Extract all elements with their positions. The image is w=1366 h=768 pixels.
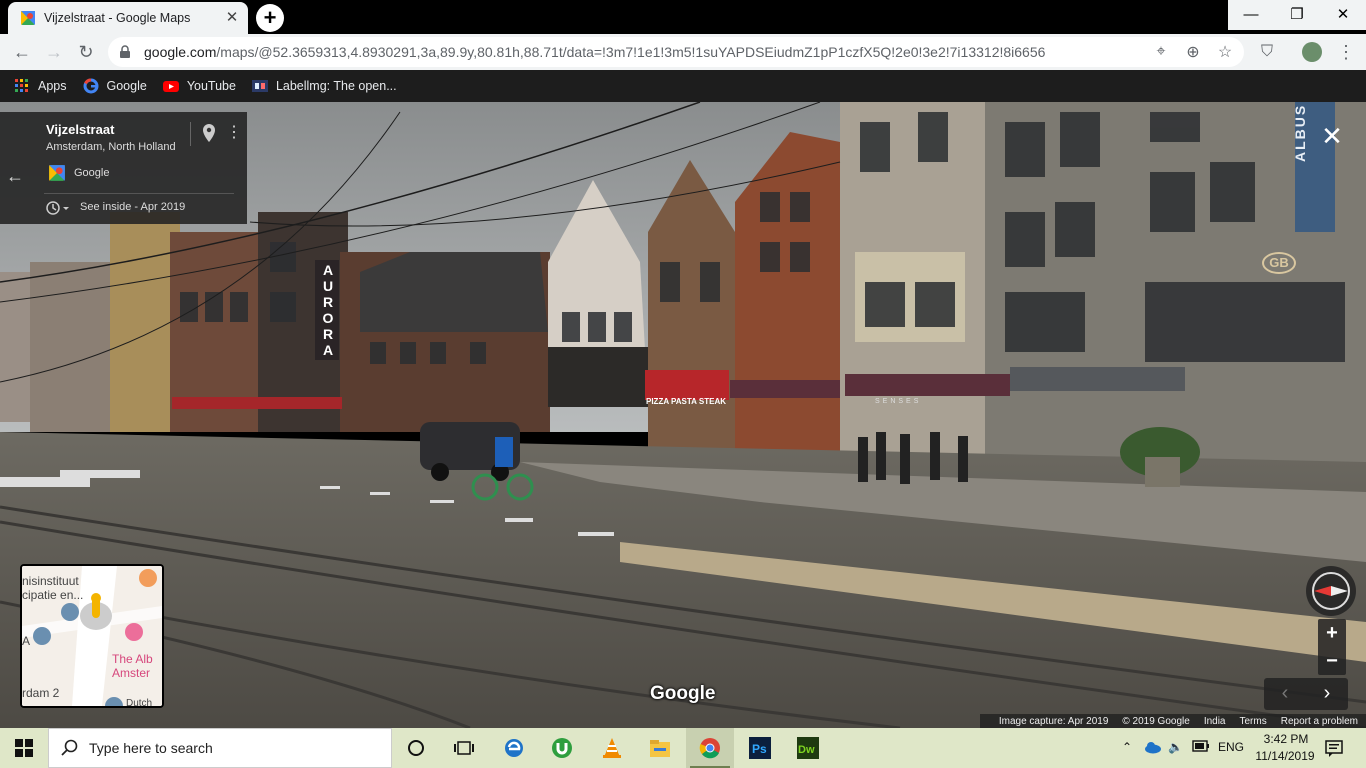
back-arrow-icon[interactable]: ← — [8, 38, 36, 66]
aurora-sign: A U R O R A — [322, 262, 334, 358]
image-capture-date: Image capture: Apr 2019 — [998, 715, 1109, 727]
taskbar-search-box[interactable]: Type here to search — [48, 728, 392, 768]
vlc-icon[interactable] — [588, 728, 636, 768]
shield-extension-icon[interactable]: ⛉ — [1257, 42, 1277, 62]
clock-time[interactable]: 3:42 PM — [1256, 732, 1316, 746]
cortana-icon[interactable] — [392, 728, 440, 768]
map-pin-icon[interactable] — [202, 124, 216, 142]
lock-icon — [120, 45, 130, 58]
more-options-icon[interactable]: ⋮ — [226, 122, 242, 142]
street-view-panorama[interactable]: A U R O R A ALBUS GB PIZZA PASTA STEAK S… — [0, 102, 1366, 728]
gb-sign: GB — [1262, 252, 1296, 274]
window-maximize-button[interactable]: ❐ — [1274, 0, 1320, 30]
volume-icon[interactable]: 🔈 — [1168, 740, 1183, 754]
add-icon[interactable]: ⊕ — [1184, 43, 1202, 61]
edge-browser-icon[interactable] — [490, 728, 538, 768]
labelimg-icon — [251, 80, 268, 92]
senses-sign: SENSES — [875, 398, 922, 405]
minimap-label: The Alb — [112, 652, 153, 666]
photoshop-icon[interactable]: Ps — [736, 728, 784, 768]
location-target-icon[interactable]: ⌖ — [1152, 43, 1170, 61]
browser-toolbar: ← → ↻ google.com/maps/@52.3659313,4.8930… — [0, 34, 1366, 70]
search-icon — [61, 739, 78, 756]
bookmark-youtube[interactable]: YouTube — [162, 78, 236, 94]
clock-date[interactable]: 11/14/2019 — [1252, 749, 1318, 763]
pan-left-button[interactable]: ‹ — [1264, 678, 1306, 710]
svg-text:Dw: Dw — [798, 744, 815, 756]
google-maps-icon — [49, 165, 65, 181]
windows-logo-icon — [15, 739, 33, 757]
minimap-label: cipatie en... — [22, 588, 84, 602]
compass-icon[interactable] — [1306, 566, 1356, 616]
card-separator — [44, 193, 234, 194]
tab-close-icon[interactable]: ✕ — [224, 10, 240, 26]
bookmark-star-icon[interactable]: ☆ — [1216, 43, 1234, 61]
google-watermark: Google — [650, 683, 716, 704]
pizza-pasta-steak-sign: PIZZA PASTA STEAK — [646, 397, 726, 406]
task-view-icon[interactable] — [440, 728, 488, 768]
albus-sign: ALBUS — [1292, 103, 1308, 162]
show-hidden-icons-chevron-icon[interactable]: ⌃ — [1122, 740, 1132, 754]
pan-right-button[interactable]: › — [1306, 678, 1348, 710]
onedrive-icon[interactable] — [1144, 740, 1162, 757]
input-language[interactable]: ENG — [1218, 740, 1244, 754]
region-link[interactable]: India — [1204, 716, 1226, 727]
zoom-in-button[interactable]: + — [1318, 619, 1346, 647]
terms-link[interactable]: Terms — [1240, 716, 1267, 727]
minimap[interactable]: nisinstituut cipatie en... The Alb Amste… — [20, 564, 164, 708]
tab-title: Vijzelstraat - Google Maps — [44, 11, 191, 25]
bookmark-labelimg[interactable]: Labellmg: The open... — [251, 78, 397, 94]
profile-avatar[interactable] — [1302, 42, 1322, 62]
chrome-taskbar-icon[interactable] — [686, 728, 734, 768]
utorrent-icon[interactable] — [538, 728, 586, 768]
minimap-label: rdam 2 — [22, 686, 60, 700]
svg-text:Ps: Ps — [752, 742, 767, 756]
minimap-label: Amster — [112, 666, 151, 680]
back-arrow-icon[interactable]: ← — [6, 166, 24, 187]
tab-strip: Vijzelstraat - Google Maps ✕ + — ❐ ✕ — [0, 0, 1366, 34]
tab-google-maps[interactable]: Vijzelstraat - Google Maps ✕ — [8, 2, 248, 34]
place-subtitle: Amsterdam, North Holland — [46, 141, 176, 153]
minimap-label: Dutch — [126, 698, 153, 708]
bookmark-google[interactable]: Google — [83, 78, 147, 94]
bookmarks-bar: Apps Google YouTube Labellmg: The open..… — [0, 70, 1366, 102]
forward-arrow-icon[interactable]: → — [40, 38, 68, 66]
zoom-out-button[interactable]: − — [1318, 647, 1346, 675]
card-divider — [190, 122, 191, 146]
address-bar[interactable]: google.com/maps/@52.3659313,4.8930291,3a… — [108, 37, 1244, 67]
minimap-label: A — [22, 634, 31, 648]
close-street-view-icon[interactable]: ✕ — [1318, 122, 1346, 150]
copyright: © 2019 Google — [1122, 715, 1190, 727]
map-footer: Image capture: Apr 2019 © 2019 Google In… — [980, 714, 1366, 728]
google-maps-icon — [21, 11, 35, 25]
time-history-icon[interactable] — [46, 200, 70, 216]
windows-taskbar: Type here to search Ps Dw ⌃ 🔈 ENG 3:42 P… — [0, 728, 1366, 768]
reload-icon[interactable]: ↻ — [72, 38, 100, 66]
search-placeholder: Type here to search — [89, 740, 213, 756]
notifications-icon[interactable] — [1324, 738, 1344, 758]
place-info-card: ← Vijzelstraat Amsterdam, North Holland … — [0, 112, 247, 224]
url-text[interactable]: google.com/maps/@52.3659313,4.8930291,3a… — [144, 44, 1138, 60]
file-explorer-icon[interactable] — [636, 728, 684, 768]
window-close-button[interactable]: ✕ — [1320, 0, 1366, 30]
google-g-icon — [83, 78, 98, 94]
pan-control: ‹ › — [1264, 678, 1348, 710]
imagery-provider: Google — [74, 167, 110, 179]
windows-start-button[interactable] — [0, 728, 48, 768]
place-title: Vijzelstraat — [46, 122, 115, 137]
new-tab-button[interactable]: + — [256, 4, 284, 32]
history-label[interactable]: See inside - Apr 2019 — [80, 201, 185, 213]
dreamweaver-icon[interactable]: Dw — [784, 728, 832, 768]
battery-icon[interactable] — [1192, 740, 1210, 755]
bookmark-apps[interactable]: Apps — [14, 78, 67, 94]
youtube-icon — [162, 81, 179, 92]
window-minimize-button[interactable]: — — [1228, 0, 1274, 30]
browser-menu-icon[interactable]: ⋮ — [1336, 42, 1356, 62]
report-problem-link[interactable]: Report a problem — [1281, 716, 1358, 727]
apps-grid-icon — [15, 79, 28, 92]
minimap-label: nisinstituut — [22, 574, 79, 588]
